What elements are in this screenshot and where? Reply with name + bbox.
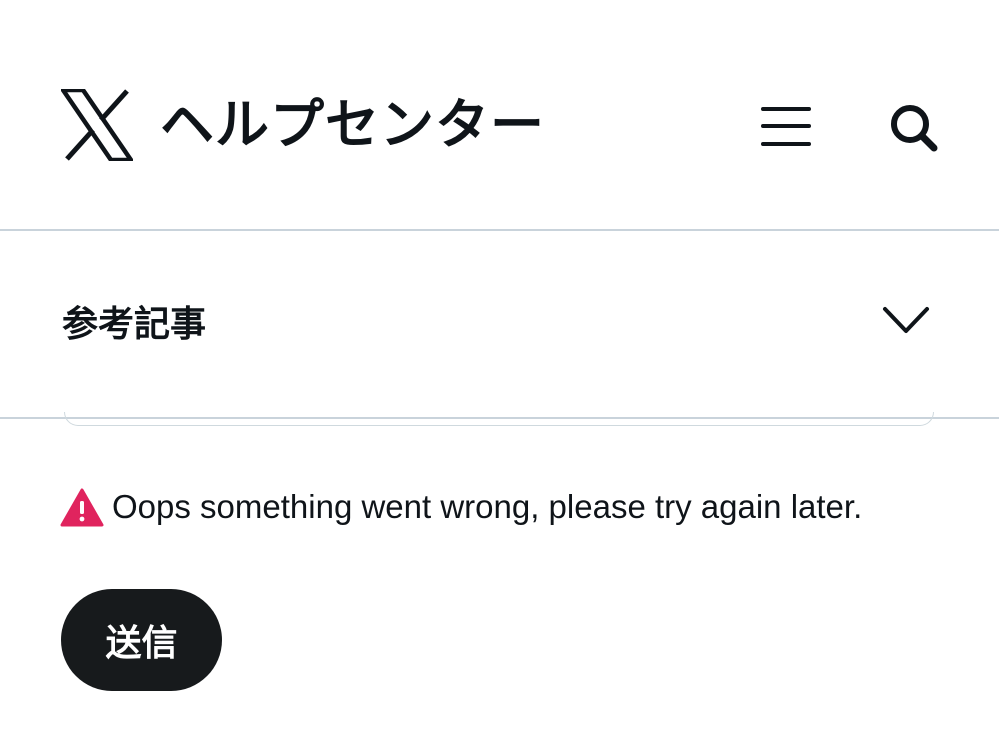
page-title[interactable]: ヘルプセンター: [160, 92, 545, 158]
hamburger-menu-icon[interactable]: [756, 100, 816, 154]
submit-button[interactable]: 送信: [61, 589, 222, 691]
accordion-label: 参考記事: [62, 304, 207, 345]
text-field-edge: [64, 412, 934, 426]
search-icon[interactable]: [886, 100, 942, 156]
site-header: ヘルプセンター: [0, 0, 999, 231]
related-articles-accordion[interactable]: 参考記事: [0, 231, 999, 419]
warning-icon: [60, 488, 104, 527]
error-text: Oops something went wrong, please try ag…: [112, 488, 863, 525]
chevron-down-icon[interactable]: [880, 300, 932, 336]
x-logo-icon[interactable]: [61, 89, 133, 161]
